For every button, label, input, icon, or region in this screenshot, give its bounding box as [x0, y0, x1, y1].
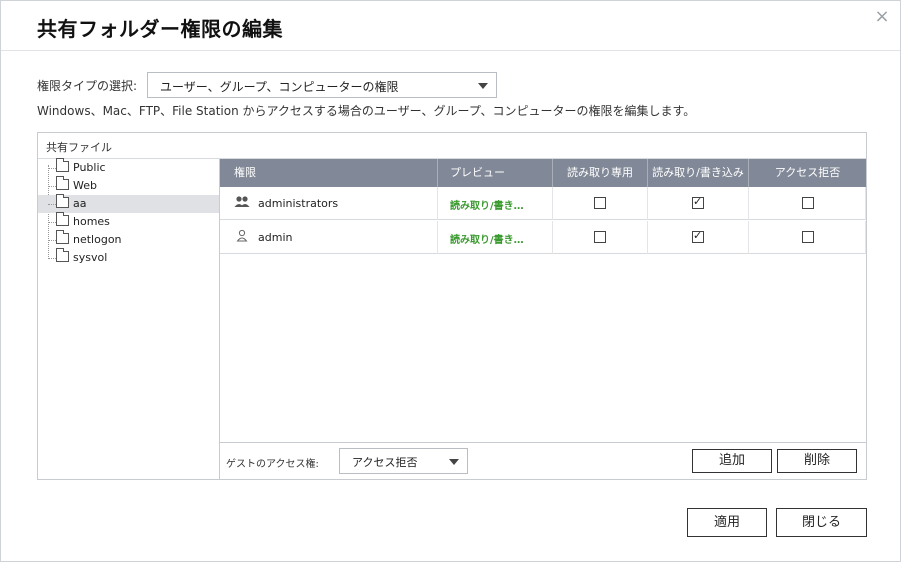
- tree-item-label: aa: [73, 197, 87, 210]
- chevron-down-icon: [449, 459, 459, 465]
- row-preview: 読み取り/書き…: [450, 201, 524, 212]
- description-text: Windows、Mac、FTP、File Station からアクセスする場合の…: [37, 104, 696, 118]
- permission-type-label: 権限タイプの選択:: [37, 79, 138, 93]
- permissions-grid: 権限 プレビュー 読み取り専用 読み取り/書き込み アクセス拒否 adminis…: [220, 159, 866, 479]
- panel-header-label: 共有ファイル: [46, 141, 112, 154]
- column-header-preview[interactable]: プレビュー: [438, 159, 553, 187]
- cell-read-only: [553, 187, 648, 220]
- table-row[interactable]: admin 読み取り/書き…: [220, 221, 866, 254]
- permission-type-value: ユーザー、グループ、コンピューターの権限: [160, 80, 399, 94]
- read-only-checkbox[interactable]: [594, 231, 606, 243]
- tree-item-public[interactable]: Public: [38, 158, 219, 177]
- permission-type-select[interactable]: ユーザー、グループ、コンピューターの権限: [147, 72, 497, 98]
- cell-preview: 読み取り/書き…: [438, 221, 553, 254]
- tree-item-label: homes: [73, 215, 110, 228]
- remove-button[interactable]: 削除: [777, 449, 857, 473]
- deny-checkbox[interactable]: [802, 231, 814, 243]
- folder-icon: [56, 212, 69, 226]
- tree-item-homes[interactable]: homes: [38, 212, 219, 231]
- column-header-deny[interactable]: アクセス拒否: [749, 159, 866, 187]
- cell-name: admin: [220, 221, 438, 254]
- dialog-titlebar: 共有フォルダー権限の編集 ×: [1, 1, 900, 51]
- table-row[interactable]: administrators 読み取り/書き…: [220, 187, 866, 220]
- cell-read-only: [553, 221, 648, 254]
- tree-item-web[interactable]: Web: [38, 176, 219, 195]
- column-header-read-only[interactable]: 読み取り専用: [553, 159, 648, 187]
- tree-item-label: Web: [73, 179, 97, 192]
- column-header-read-write[interactable]: 読み取り/書き込み: [648, 159, 749, 187]
- column-header-permission[interactable]: 権限: [220, 159, 438, 187]
- read-only-checkbox[interactable]: [594, 197, 606, 209]
- tree-item-label: netlogon: [73, 233, 122, 246]
- user-icon: [236, 229, 248, 242]
- tree-item-netlogon[interactable]: netlogon: [38, 230, 219, 249]
- cell-read-write: [648, 221, 749, 254]
- apply-button[interactable]: 適用: [687, 508, 767, 537]
- guest-access-label: ゲストのアクセス権:: [226, 459, 319, 470]
- tree-branch: [48, 204, 56, 205]
- cell-preview: 読み取り/書き…: [438, 187, 553, 220]
- folder-icon: [56, 176, 69, 190]
- folder-tree: Public Web aa homes netlogon sysvol: [38, 158, 220, 479]
- cell-read-write: [648, 187, 749, 220]
- guest-access-select[interactable]: アクセス拒否: [339, 448, 468, 474]
- tree-branch: [48, 222, 56, 223]
- group-icon: [234, 196, 250, 207]
- grid-header: 権限 プレビュー 読み取り専用 読み取り/書き込み アクセス拒否: [220, 159, 866, 187]
- tree-item-label: sysvol: [73, 251, 108, 264]
- grid-footer: ゲストのアクセス権: アクセス拒否 追加 削除: [220, 442, 866, 479]
- add-button[interactable]: 追加: [692, 449, 772, 473]
- edit-shared-folder-permissions-dialog: 共有フォルダー権限の編集 × 権限タイプの選択: ユーザー、グループ、コンピュー…: [0, 0, 901, 562]
- tree-branch: [48, 258, 56, 259]
- close-icon[interactable]: ×: [872, 7, 892, 27]
- cell-deny: [749, 221, 866, 254]
- folder-icon: [56, 248, 69, 262]
- close-button[interactable]: 閉じる: [776, 508, 867, 537]
- read-write-checkbox[interactable]: [692, 229, 704, 243]
- tree-item-sysvol[interactable]: sysvol: [38, 248, 219, 267]
- row-principal-name: administrators: [258, 197, 339, 210]
- tree-branch: [48, 240, 56, 241]
- tree-item-aa[interactable]: aa: [38, 194, 219, 213]
- tree-branch: [48, 168, 56, 169]
- deny-checkbox[interactable]: [802, 197, 814, 209]
- guest-access-value: アクセス拒否: [352, 456, 418, 469]
- chevron-down-icon: [478, 83, 488, 89]
- permissions-panel: 共有ファイル Public Web aa homes netlogon sysv…: [37, 132, 867, 480]
- folder-icon: [56, 194, 69, 208]
- row-preview: 読み取り/書き…: [450, 235, 524, 246]
- read-write-checkbox[interactable]: [692, 195, 704, 209]
- folder-icon: [56, 158, 69, 172]
- panel-header: 共有ファイル: [38, 133, 866, 159]
- folder-icon: [56, 230, 69, 244]
- cell-deny: [749, 187, 866, 220]
- row-principal-name: admin: [258, 231, 293, 244]
- tree-item-label: Public: [73, 161, 106, 174]
- tree-branch: [48, 186, 56, 187]
- cell-name: administrators: [220, 187, 438, 220]
- dialog-title: 共有フォルダー権限の編集: [37, 17, 283, 41]
